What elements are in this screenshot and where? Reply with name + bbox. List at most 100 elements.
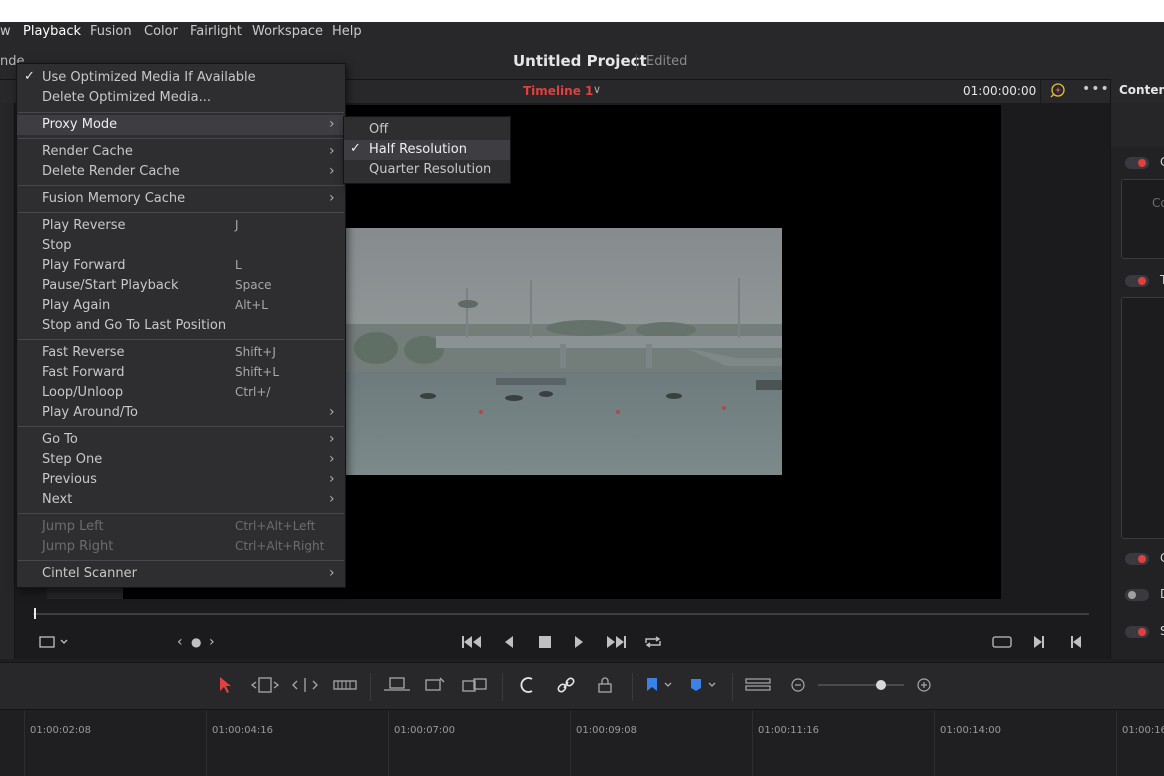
- menu-item-cintel-scanner[interactable]: Cintel Scanner ›: [17, 564, 345, 584]
- menu-item-jump-left: Jump Left Ctrl+Alt+Left: [17, 517, 345, 537]
- menu-fairlight[interactable]: Fairlight: [190, 24, 242, 39]
- menu-item-play-again[interactable]: Play Again Alt+L: [17, 296, 345, 316]
- toolbar-divider: [370, 673, 371, 701]
- menu-divider: [18, 560, 344, 561]
- zoom-out-icon[interactable]: [790, 676, 806, 698]
- menu-color[interactable]: Color: [144, 24, 178, 39]
- menu-item-play-forward[interactable]: Play Forward L: [17, 256, 345, 276]
- timeline-view-icon[interactable]: [744, 676, 772, 698]
- transport-controls: ‹ ● ›: [15, 626, 1110, 660]
- marker-icon[interactable]: [688, 676, 720, 698]
- snapping-icon[interactable]: [518, 676, 538, 698]
- menu-item-pause-start-playback[interactable]: Pause/Start Playback Space: [17, 276, 345, 296]
- menu-item-shortcut: Space: [235, 278, 272, 292]
- submenu-item-quarter-resolution[interactable]: Quarter Resolution: [344, 160, 510, 180]
- timeline-name[interactable]: Timeline 1: [523, 84, 593, 98]
- menu-item-use-optimized-media[interactable]: ✓ Use Optimized Media If Available: [17, 68, 345, 88]
- prev-edit-icon[interactable]: [1069, 634, 1083, 654]
- flag-icon[interactable]: [644, 676, 676, 698]
- play-reverse-icon[interactable]: [503, 634, 515, 654]
- section-toggle[interactable]: [1125, 589, 1149, 601]
- blade-icon[interactable]: [332, 676, 358, 698]
- menu-item-play-around-to[interactable]: Play Around/To ›: [17, 403, 345, 423]
- menu-item-label: Proxy Mode: [42, 117, 118, 132]
- inspector-text-box[interactable]: [1121, 297, 1164, 539]
- scrubber-track[interactable]: [33, 613, 1089, 615]
- menu-workspace-clipped[interactable]: w: [0, 24, 11, 39]
- menu-item-fusion-memory-cache[interactable]: Fusion Memory Cache ›: [17, 189, 345, 209]
- ruler-timecode: 01:00:02:08: [30, 725, 92, 736]
- linked-selection-icon[interactable]: [556, 676, 576, 698]
- jump-end-icon[interactable]: [605, 634, 627, 654]
- sparkle-icon[interactable]: [1048, 82, 1066, 100]
- menu-workspace[interactable]: Workspace: [252, 24, 323, 39]
- insert-clip-icon[interactable]: [382, 676, 412, 698]
- chevron-right-icon: ›: [329, 471, 335, 487]
- trim-edit-icon[interactable]: [250, 676, 280, 698]
- menu-item-fast-forward[interactable]: Fast Forward Shift+L: [17, 363, 345, 383]
- chevron-right-icon: ›: [329, 491, 335, 507]
- position-lock-icon[interactable]: [596, 676, 614, 698]
- video-frame-image: [346, 228, 782, 475]
- selection-arrow-icon[interactable]: [218, 676, 232, 698]
- chevron-right-icon: ›: [329, 116, 335, 132]
- prev-clip-icon[interactable]: ‹: [177, 634, 183, 650]
- section-toggle[interactable]: [1125, 157, 1149, 169]
- chevron-right-icon: ›: [329, 431, 335, 447]
- section-label: C: [1160, 551, 1164, 565]
- menu-item-previous[interactable]: Previous ›: [17, 470, 345, 490]
- stop-icon[interactable]: [538, 634, 552, 654]
- section-toggle[interactable]: [1125, 626, 1149, 638]
- toolbar-divider: [732, 673, 733, 701]
- replace-clip-icon[interactable]: [460, 676, 490, 698]
- inspector-tabs: [1111, 103, 1164, 147]
- section-label: S: [1160, 624, 1164, 638]
- menu-item-fast-reverse[interactable]: Fast Reverse Shift+J: [17, 343, 345, 363]
- match-frame-icon[interactable]: [991, 634, 1013, 654]
- zoom-in-icon[interactable]: [916, 676, 932, 698]
- menu-divider: [18, 212, 344, 213]
- menu-item-stop[interactable]: Stop: [17, 236, 345, 256]
- overwrite-clip-icon[interactable]: [422, 676, 448, 698]
- play-icon[interactable]: [573, 634, 585, 654]
- menu-bar: w Playback Fusion Color Fairlight Worksp…: [0, 22, 1164, 42]
- menu-item-render-cache[interactable]: Render Cache ›: [17, 142, 345, 162]
- menu-item-loop-unloop[interactable]: Loop/Unloop Ctrl+/: [17, 383, 345, 403]
- menu-help[interactable]: Help: [332, 24, 362, 39]
- timeline-ruler[interactable]: 01:00:02:08 01:00:04:16 01:00:07:00 01:0…: [0, 711, 1164, 776]
- menu-fusion[interactable]: Fusion: [90, 24, 132, 39]
- menu-item-delete-render-cache[interactable]: Delete Render Cache ›: [17, 162, 345, 182]
- zoom-slider[interactable]: [818, 684, 904, 686]
- menu-item-play-reverse[interactable]: Play Reverse J: [17, 216, 345, 236]
- jump-start-icon[interactable]: [461, 634, 483, 654]
- menu-item-label: Fusion Memory Cache: [42, 191, 186, 206]
- more-dots-icon[interactable]: •••: [1082, 81, 1110, 97]
- loop-icon[interactable]: [643, 634, 663, 654]
- next-edit-icon[interactable]: [1032, 634, 1046, 654]
- section-toggle[interactable]: [1125, 553, 1149, 565]
- menu-item-go-to[interactable]: Go To ›: [17, 430, 345, 450]
- next-clip-icon[interactable]: ›: [209, 634, 215, 650]
- menu-item-proxy-mode[interactable]: Proxy Mode ›: [17, 115, 345, 135]
- app-window: w Playback Fusion Color Fairlight Worksp…: [0, 22, 1164, 776]
- playhead[interactable]: [34, 608, 36, 619]
- menu-item-step-one[interactable]: Step One ›: [17, 450, 345, 470]
- dynamic-trim-icon[interactable]: [290, 676, 320, 698]
- submenu-item-half-resolution[interactable]: ✓ Half Resolution: [344, 140, 510, 160]
- chevron-down-icon[interactable]: ∨: [593, 83, 601, 96]
- menu-playback[interactable]: Playback: [23, 24, 81, 39]
- menu-item-next[interactable]: Next ›: [17, 490, 345, 510]
- menu-item-stop-and-go-to-last[interactable]: Stop and Go To Last Position: [17, 316, 345, 336]
- checkmark-icon: ✓: [350, 141, 361, 156]
- section-toggle[interactable]: [1125, 275, 1149, 287]
- ruler-tick: [570, 711, 571, 776]
- menu-divider: [18, 112, 344, 113]
- ruler-timecode: 01:00:07:00: [394, 725, 456, 736]
- menu-item-label: Stop and Go To Last Position: [42, 318, 227, 333]
- menu-item-shortcut: Shift+L: [235, 365, 280, 379]
- menu-item-delete-optimized-media[interactable]: Delete Optimized Media...: [17, 88, 345, 108]
- zoom-slider-knob[interactable]: [875, 680, 886, 690]
- jog-dot-icon[interactable]: ●: [191, 635, 201, 649]
- viewer-mode-icon[interactable]: [39, 634, 71, 654]
- submenu-item-off[interactable]: Off: [344, 120, 510, 140]
